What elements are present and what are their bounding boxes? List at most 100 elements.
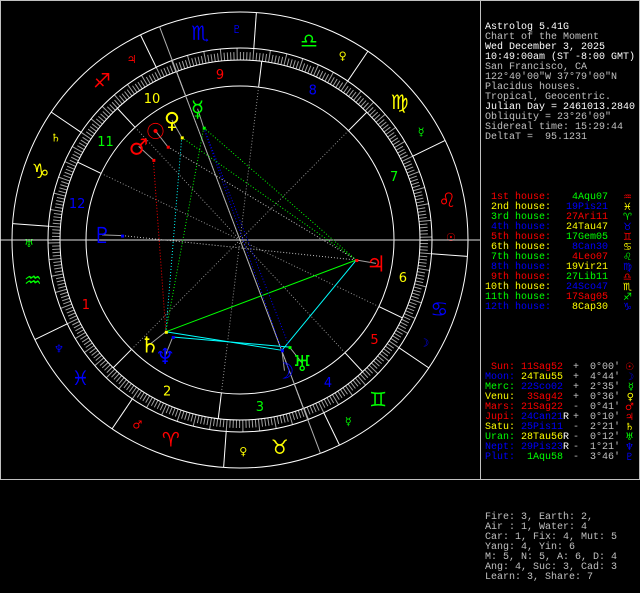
- aspect-line: [173, 337, 290, 347]
- degree-tick: [132, 389, 139, 399]
- degree-tick: [160, 403, 163, 410]
- degree-tick: [412, 293, 420, 295]
- degree-tick: [135, 84, 139, 91]
- degree-tick: [58, 286, 66, 288]
- ruler-glyph-icon: ♆: [54, 342, 64, 355]
- house-number: 11: [97, 135, 114, 150]
- degree-tick: [48, 226, 60, 227]
- aspect-line: [204, 128, 290, 347]
- degree-tick: [81, 140, 88, 144]
- degree-tick: [95, 358, 104, 366]
- retrograde-flag: [563, 453, 570, 463]
- degree-tick: [220, 419, 221, 427]
- degree-tick: [391, 338, 398, 342]
- degree-tick: [119, 380, 127, 389]
- degree-tick: [333, 79, 337, 86]
- degree-tick: [330, 396, 334, 403]
- degree-tick: [292, 412, 294, 420]
- degree-tick: [187, 55, 190, 67]
- degree-tick: [82, 338, 89, 342]
- degree-tick: [137, 391, 141, 398]
- degree-tick: [386, 127, 396, 134]
- ruler-glyph-icon: ♃: [127, 53, 137, 66]
- degree-tick: [51, 274, 63, 276]
- degree-tick: [406, 167, 413, 170]
- retrograde-flag: [563, 373, 570, 383]
- degree-tick: [56, 204, 64, 206]
- degree-tick: [413, 187, 425, 190]
- degree-tick: [338, 391, 342, 398]
- degree-tick: [53, 220, 61, 221]
- ruler-glyph-icon: ♇: [232, 23, 242, 36]
- summary-line: Yang: 4, Yin: 6: [485, 543, 637, 553]
- degree-tick: [182, 411, 184, 419]
- degree-tick: [70, 160, 77, 163]
- degree-tick: [141, 80, 145, 87]
- sign-glyph-icon: ♋: [430, 297, 448, 321]
- planet-position-dot: [172, 336, 175, 339]
- degree-tick: [343, 388, 348, 395]
- degree-tick: [220, 49, 221, 61]
- degree-tick: [53, 217, 61, 218]
- degree-tick: [417, 275, 425, 277]
- chart-wheel: ♈♂♉♀♊☿♋☽♌☉♍☿♎♀♏♇♐♃♑♄♒♅♓♆123456789101112☽…: [0, 0, 480, 480]
- degree-tick: [52, 252, 60, 253]
- planet-position-dot: [181, 136, 184, 139]
- ruler-glyph-icon: ♀: [239, 445, 247, 458]
- degree-tick: [66, 307, 73, 310]
- planet-name: Plut:: [485, 453, 515, 463]
- sign-glyph-icon: ♐: [93, 68, 111, 92]
- degree-tick: [77, 146, 84, 150]
- degree-tick: [185, 412, 187, 420]
- degree-tick: [223, 419, 224, 427]
- degree-tick: [396, 330, 403, 334]
- ruler-glyph-icon: ♄: [51, 131, 61, 144]
- degree-tick: [157, 402, 161, 409]
- ruler-glyph-icon: ☿: [345, 415, 352, 428]
- degree-tick: [396, 146, 403, 150]
- degree-tick: [143, 394, 147, 401]
- degree-tick: [305, 65, 308, 72]
- degree-tick: [330, 77, 334, 84]
- degree-tick: [413, 290, 421, 292]
- degree-tick: [59, 188, 67, 190]
- degree-tick: [409, 176, 417, 179]
- degree-tick: [358, 376, 366, 385]
- sign-boundary: [324, 413, 340, 445]
- degree-tick: [274, 417, 276, 429]
- aspect-line: [153, 160, 165, 332]
- degree-tick: [400, 322, 407, 326]
- house-number: 6: [399, 271, 407, 286]
- degree-tick: [275, 56, 277, 64]
- degree-tick: [407, 308, 414, 311]
- degree-tick: [77, 330, 84, 334]
- degree-tick: [146, 396, 150, 403]
- degree-tick: [129, 385, 134, 391]
- sign-glyph-icon: ♓: [71, 366, 89, 390]
- sign-glyph-icon: ♉: [271, 435, 289, 459]
- degree-tick: [106, 369, 114, 378]
- degree-tick: [380, 354, 389, 362]
- degree-tick: [176, 63, 179, 71]
- degree-tick: [293, 60, 295, 68]
- degree-tick: [410, 179, 418, 182]
- ruler-glyph-icon: ☿: [418, 126, 425, 139]
- degree-tick: [407, 170, 414, 173]
- house-cusp-line: [348, 112, 366, 130]
- house-number: 5: [370, 333, 378, 348]
- sign-boundary: [140, 35, 156, 67]
- degree-tick: [192, 58, 194, 66]
- degree-tick: [204, 417, 206, 425]
- degree-tick: [172, 408, 175, 415]
- degree-tick: [299, 59, 303, 70]
- planet-glyph-icon: ☿: [191, 98, 205, 123]
- degree-tick: [140, 392, 144, 399]
- house-number: 1: [82, 298, 90, 313]
- degree-tick: [392, 336, 399, 340]
- degree-tick: [197, 415, 199, 423]
- degree-tick: [336, 81, 340, 88]
- degree-tick: [325, 74, 329, 81]
- sign-glyph-icon: ♑: [608, 303, 632, 313]
- planet-position-dot: [165, 331, 168, 334]
- element-summary: Fire: 3, Earth: 2,Air : 1, Water: 4Car: …: [485, 513, 637, 583]
